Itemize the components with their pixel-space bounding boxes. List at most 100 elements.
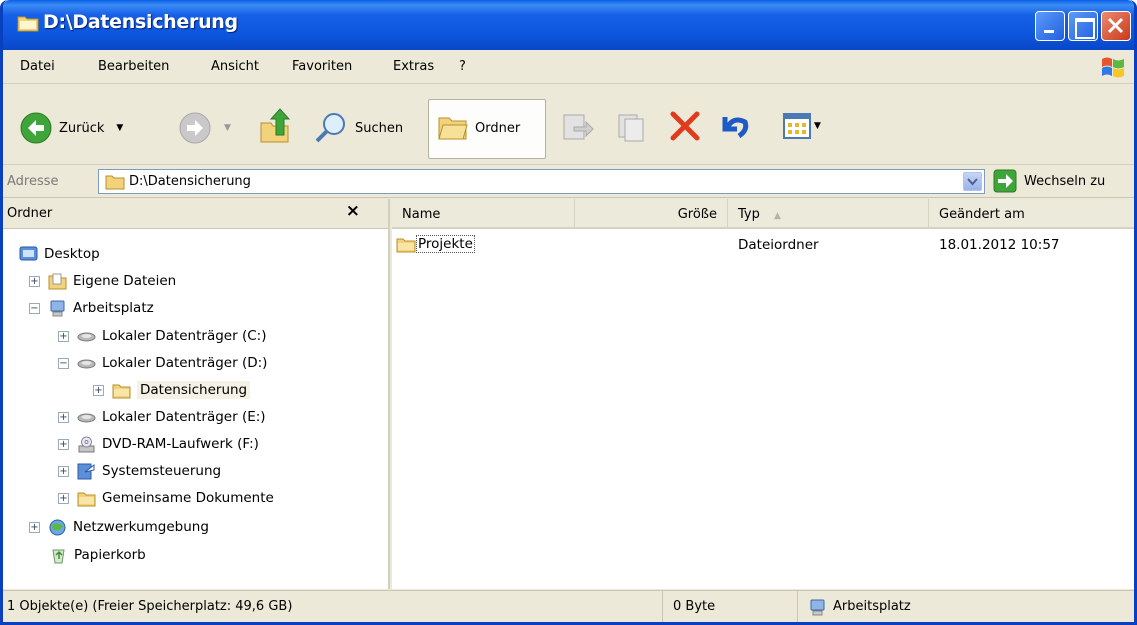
expand-toggle[interactable]: +: [58, 465, 69, 477]
tree-item-label: Datensicherung: [137, 381, 251, 399]
tree-item-systemsteuerung[interactable]: + Systemsteuerung: [58, 460, 221, 482]
back-dropdown-icon[interactable]: ▼: [116, 123, 123, 133]
title-bar[interactable]: D:\Datensicherung: [3, 0, 1134, 50]
tree-item-papierkorb[interactable]: Papierkorb: [49, 544, 146, 566]
views-dropdown-icon: ▼: [814, 121, 821, 131]
tree-item-netzwerkumgebung[interactable]: + Netzwerkumgebung: [29, 516, 209, 538]
close-button[interactable]: [1101, 11, 1131, 41]
tree-item-label: Eigene Dateien: [73, 273, 177, 289]
collapse-toggle[interactable]: −: [58, 357, 69, 369]
expand-toggle[interactable]: +: [29, 521, 40, 533]
expand-toggle[interactable]: +: [58, 411, 69, 423]
expand-toggle[interactable]: +: [93, 384, 104, 396]
views-icon: [783, 113, 811, 139]
file-name: Projekte: [416, 235, 475, 253]
column-size[interactable]: Größe: [575, 199, 728, 229]
tree-item-label: Desktop: [44, 246, 100, 262]
column-type[interactable]: Typ ▲: [728, 199, 929, 229]
status-size: 0 Byte: [663, 591, 798, 622]
tree-item-eigene-dateien[interactable]: + Eigene Dateien: [29, 270, 176, 292]
tree-item-arbeitsplatz[interactable]: − Arbeitsplatz: [29, 297, 154, 319]
tree-item-drive-d[interactable]: − Lokaler Datenträger (D:): [58, 352, 267, 374]
desktop-icon: [19, 246, 38, 260]
windows-logo-icon: [1102, 57, 1124, 78]
file-type: Dateiordner: [738, 237, 819, 253]
folder-up-icon: [260, 108, 291, 143]
folder-icon: [112, 384, 131, 398]
tree-item-drive-e[interactable]: + Lokaler Datenträger (E:): [58, 406, 266, 428]
address-dropdown-button[interactable]: [963, 172, 982, 191]
expand-toggle[interactable]: +: [29, 275, 40, 287]
explorer-window: D:\Datensicherung Datei Bearbeiten Ansic…: [0, 0, 1137, 625]
menu-favoriten[interactable]: Favoriten: [292, 59, 352, 74]
tree-item-gemeinsame-dokumente[interactable]: + Gemeinsame Dokumente: [58, 487, 274, 509]
tree-item-label: Arbeitsplatz: [73, 300, 154, 316]
undo-icon[interactable]: [717, 109, 751, 143]
status-objects: 1 Objekte(e) (Freier Speicherplatz: 49,6…: [3, 591, 663, 622]
tree-item-drive-c[interactable]: + Lokaler Datenträger (C:): [58, 325, 266, 347]
delete-icon[interactable]: [668, 109, 702, 143]
maximize-button[interactable]: [1068, 11, 1098, 41]
menu-ansicht[interactable]: Ansicht: [211, 59, 259, 74]
tree-item-dvd-f[interactable]: + DVD-RAM-Laufwerk (F:): [58, 433, 259, 455]
column-type-label: Typ: [738, 207, 760, 222]
menu-help[interactable]: ?: [459, 59, 466, 74]
tree-item-desktop[interactable]: Desktop: [19, 243, 100, 265]
expand-toggle[interactable]: +: [58, 492, 69, 504]
column-name[interactable]: Name: [392, 199, 575, 229]
folder-icon: [17, 16, 39, 32]
collapse-toggle[interactable]: −: [29, 302, 40, 314]
folder-icon: [396, 238, 416, 252]
menu-bearbeiten[interactable]: Bearbeiten: [98, 59, 169, 74]
copy-to-icon[interactable]: [615, 111, 649, 143]
file-name-cell[interactable]: Projekte: [396, 235, 475, 253]
menu-datei[interactable]: Datei: [20, 59, 55, 74]
status-bar: 1 Objekte(e) (Freier Speicherplatz: 49,6…: [3, 590, 1134, 622]
folder-icon: [105, 175, 125, 190]
close-icon[interactable]: ×: [346, 201, 360, 221]
menu-extras[interactable]: Extras: [393, 59, 434, 74]
forward-dropdown-icon[interactable]: ▼: [224, 123, 231, 133]
window-title: D:\Datensicherung: [43, 11, 238, 33]
recycle-bin-icon: [52, 549, 65, 563]
tree-item-label: Lokaler Datenträger (C:): [102, 328, 267, 344]
move-to-icon[interactable]: [560, 111, 594, 143]
tree-item-label: Lokaler Datenträger (E:): [102, 409, 266, 425]
table-row[interactable]: Projekte Dateiordner 18.01.2012 10:57: [392, 235, 1134, 257]
status-location: Arbeitsplatz: [798, 591, 1128, 622]
go-label: Wechseln zu: [1024, 173, 1106, 189]
up-button[interactable]: [258, 107, 292, 145]
control-panel-icon: [77, 463, 95, 479]
tree-item-label: DVD-RAM-Laufwerk (F:): [102, 436, 259, 452]
go-arrow-icon: [993, 169, 1017, 193]
address-bar: Adresse D:\Datensicherung Wechseln zu: [3, 166, 1134, 198]
tree-item-datensicherung[interactable]: + Datensicherung: [93, 379, 251, 401]
folders-button[interactable]: Ordner: [428, 99, 546, 159]
views-button[interactable]: ▼: [782, 111, 821, 141]
address-input[interactable]: D:\Datensicherung: [98, 169, 985, 194]
drive-icon: [77, 332, 96, 341]
tree-item-label: Lokaler Datenträger (D:): [102, 355, 268, 371]
folders-label: Ordner: [475, 120, 521, 136]
folder-icon: [77, 492, 96, 506]
tree-item-label: Papierkorb: [74, 547, 146, 563]
forward-button[interactable]: ▼: [178, 111, 231, 145]
minimize-button[interactable]: [1035, 11, 1065, 41]
back-arrow-icon: [20, 112, 52, 144]
file-modified: 18.01.2012 10:57: [939, 237, 1060, 253]
search-button[interactable]: Suchen: [313, 110, 403, 146]
search-icon: [315, 113, 345, 143]
folder-pane-title: Ordner: [7, 206, 53, 221]
chevron-down-icon: [967, 178, 978, 186]
column-modified[interactable]: Geändert am: [929, 199, 1129, 229]
address-value: D:\Datensicherung: [129, 174, 251, 189]
my-documents-icon: [48, 273, 67, 289]
go-button[interactable]: Wechseln zu: [993, 169, 1105, 193]
column-header: Name Größe Typ ▲ Geändert am: [392, 199, 1134, 229]
folder-pane-header: Ordner ×: [3, 199, 388, 229]
back-button[interactable]: Zurück ▼: [19, 111, 123, 145]
expand-toggle[interactable]: +: [58, 438, 69, 450]
forward-arrow-icon: [179, 112, 211, 144]
folder-tree-pane: Ordner × Desktop + Eigene Dateien − Arbe…: [3, 199, 390, 589]
expand-toggle[interactable]: +: [58, 330, 69, 342]
